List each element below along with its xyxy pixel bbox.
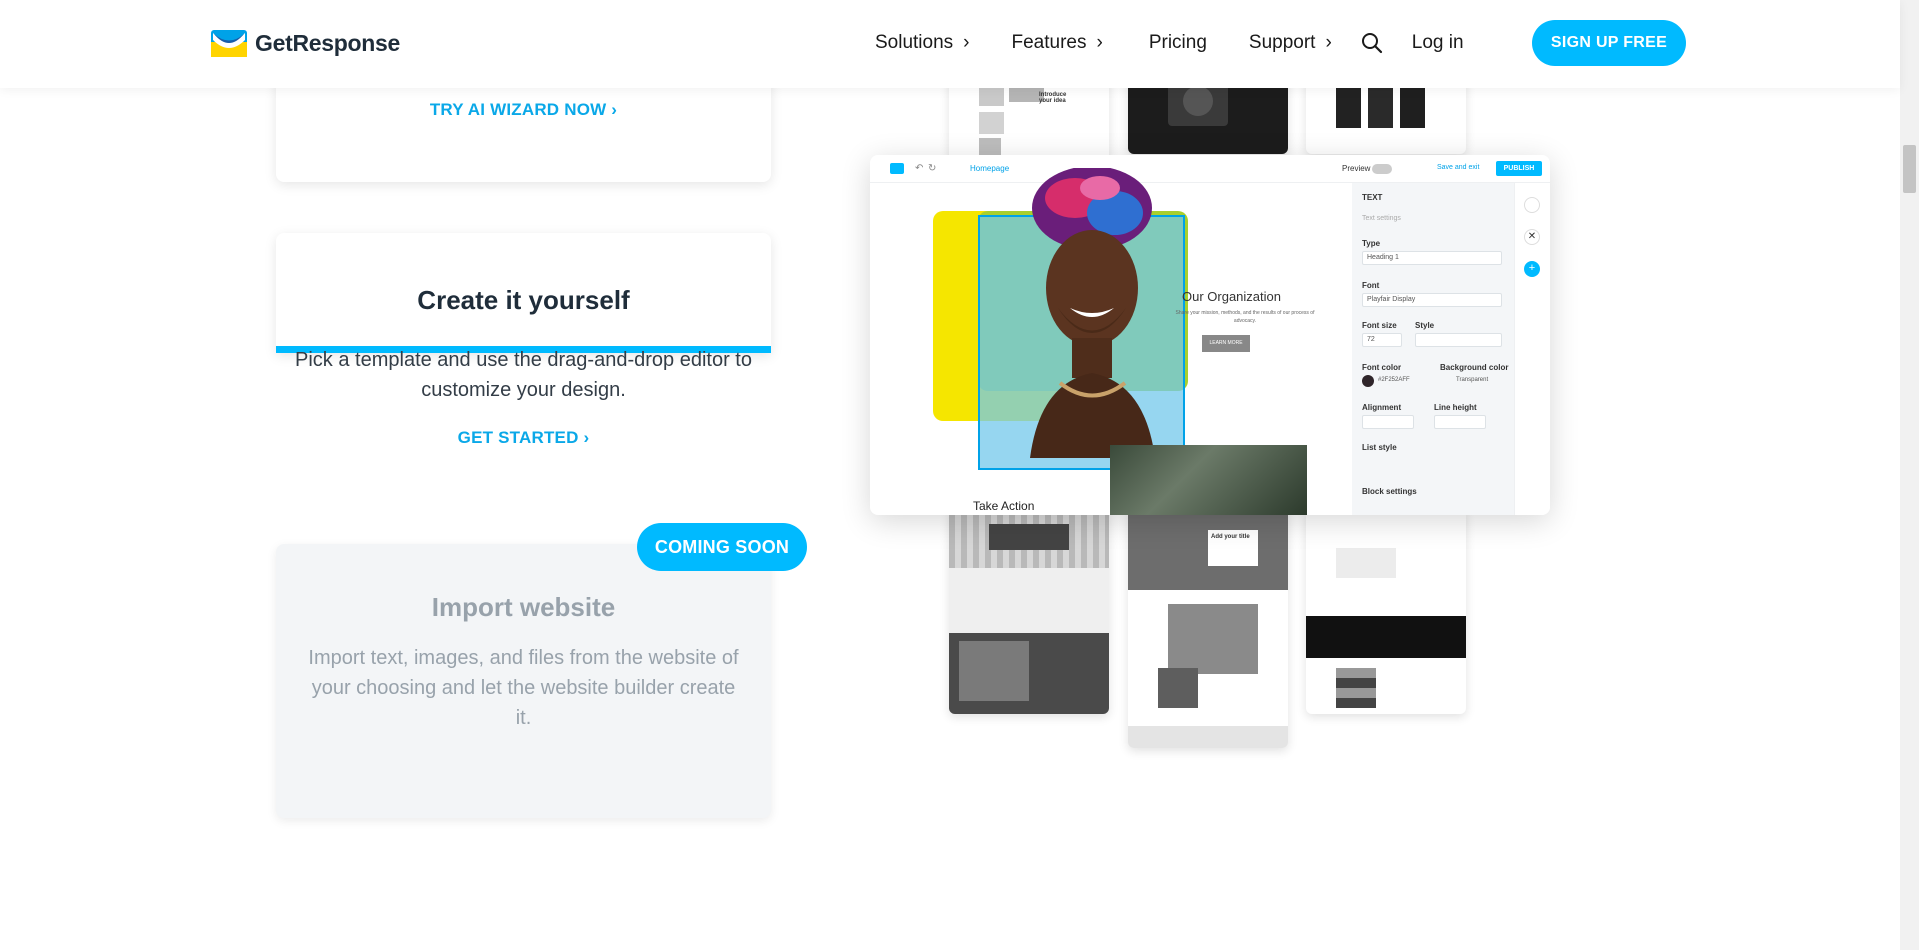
page-scrollbar[interactable] xyxy=(1900,0,1919,950)
nav-pricing-label: Pricing xyxy=(1148,32,1207,53)
thumb-add-title-text: Add your title xyxy=(1211,534,1250,540)
try-ai-wizard-link[interactable]: TRY AI WIZARD NOW › xyxy=(430,100,617,120)
template-thumbnail xyxy=(949,508,1109,714)
type-label: Type xyxy=(1362,239,1381,248)
line-height-buttons xyxy=(1434,415,1486,429)
coming-soon-badge: COMING SOON xyxy=(637,523,807,571)
preview-toggle xyxy=(1372,164,1392,174)
take-action-heading: Take Action xyxy=(973,499,1035,513)
editor-settings-panel: TEXT Text settings Type Heading 1 Font P… xyxy=(1352,183,1550,515)
font-color-label: Font color xyxy=(1362,363,1402,372)
canvas-learn-more-button: LEARN MORE xyxy=(1202,335,1250,352)
website-editor-mockup: ↶ ↻ Homepage Preview Save and exit PUBLI… xyxy=(870,155,1550,515)
background-color-label: Background color xyxy=(1440,363,1509,372)
nav-support-label: Support xyxy=(1248,32,1316,53)
nav-features[interactable]: Features › xyxy=(1012,32,1103,54)
publish-button: PUBLISH xyxy=(1496,161,1542,176)
search-icon[interactable] xyxy=(1360,31,1384,55)
bg-color-value: Transparent xyxy=(1456,377,1489,383)
sign-up-free-button[interactable]: SIGN UP FREE xyxy=(1532,20,1686,66)
font-color-value: #2F252AFF xyxy=(1378,377,1410,383)
template-thumbnail xyxy=(1306,508,1466,714)
nav-solutions-label: Solutions xyxy=(875,32,954,53)
font-size-label: Font size xyxy=(1362,321,1397,330)
chevron-right-icon: › xyxy=(963,32,970,53)
create-yourself-card[interactable]: Create it yourself xyxy=(276,233,771,353)
close-icon: ✕ xyxy=(1524,229,1540,245)
alignment-buttons xyxy=(1362,415,1414,429)
login-link[interactable]: Log in xyxy=(1412,32,1464,54)
add-icon: + xyxy=(1524,261,1540,277)
portrait-image xyxy=(1030,166,1155,458)
logo-wordmark: GetResponse xyxy=(255,30,400,56)
font-label: Font xyxy=(1362,281,1380,290)
getresponse-logo[interactable]: GetResponse xyxy=(211,30,400,57)
chevron-right-icon: › xyxy=(1325,32,1332,53)
import-website-title: Import website xyxy=(431,592,616,622)
style-buttons xyxy=(1415,333,1502,347)
editor-toolbar: ↶ ↻ Homepage Preview Save and exit PUBLI… xyxy=(870,155,1550,183)
type-select: Heading 1 xyxy=(1362,251,1502,265)
alignment-label: Alignment xyxy=(1362,403,1402,412)
font-color-swatch xyxy=(1362,375,1374,387)
nav-features-label: Features xyxy=(1011,32,1087,53)
list-style-label: List style xyxy=(1362,443,1397,452)
create-yourself-description: Pick a template and use the drag-and-dro… xyxy=(295,349,752,401)
font-select: Playfair Display xyxy=(1362,293,1502,307)
style-label: Style xyxy=(1415,321,1435,330)
panel-text-settings: Text settings xyxy=(1362,215,1401,222)
preview-label: Preview xyxy=(1342,164,1371,173)
undo-icon: ↶ xyxy=(915,163,924,174)
envelope-icon xyxy=(890,163,904,174)
import-website-description: Import text, images, and files from the … xyxy=(308,647,739,729)
save-exit-label: Save and exit xyxy=(1437,164,1480,171)
redo-icon: ↻ xyxy=(928,163,937,174)
font-size-select: 72 xyxy=(1362,333,1402,347)
canvas-heading: Our Organization xyxy=(1182,289,1281,304)
sitemap-icon xyxy=(1524,197,1540,213)
create-yourself-title: Create it yourself xyxy=(417,285,630,315)
page-select: Homepage xyxy=(970,164,1010,173)
envelope-logo-icon xyxy=(211,30,247,57)
nav-pricing[interactable]: Pricing xyxy=(1149,32,1207,54)
block-settings-label: Block settings xyxy=(1362,487,1417,496)
site-header: GetResponse Solutions › Features › Prici… xyxy=(0,0,1900,88)
canvas-body: Share your mission, methods, and the res… xyxy=(1175,310,1315,324)
template-thumbnail: Add your title xyxy=(1128,508,1288,748)
thumb-intro-text: Introduce your idea xyxy=(1039,92,1067,104)
line-height-label: Line height xyxy=(1434,403,1477,412)
panel-section-title: TEXT xyxy=(1362,193,1383,202)
editor-canvas: Our Organization Share your mission, met… xyxy=(870,166,1352,515)
import-website-card: Import website Import text, images, and … xyxy=(276,544,771,818)
main-nav: Solutions › Features › Pricing Support ›… xyxy=(875,28,1464,58)
nav-solutions[interactable]: Solutions › xyxy=(875,32,970,54)
scrollbar-thumb[interactable] xyxy=(1903,145,1916,193)
nav-support[interactable]: Support › xyxy=(1249,32,1332,54)
get-started-link[interactable]: GET STARTED › xyxy=(458,428,590,448)
forest-image xyxy=(1110,445,1307,515)
chevron-right-icon: › xyxy=(1096,32,1103,53)
